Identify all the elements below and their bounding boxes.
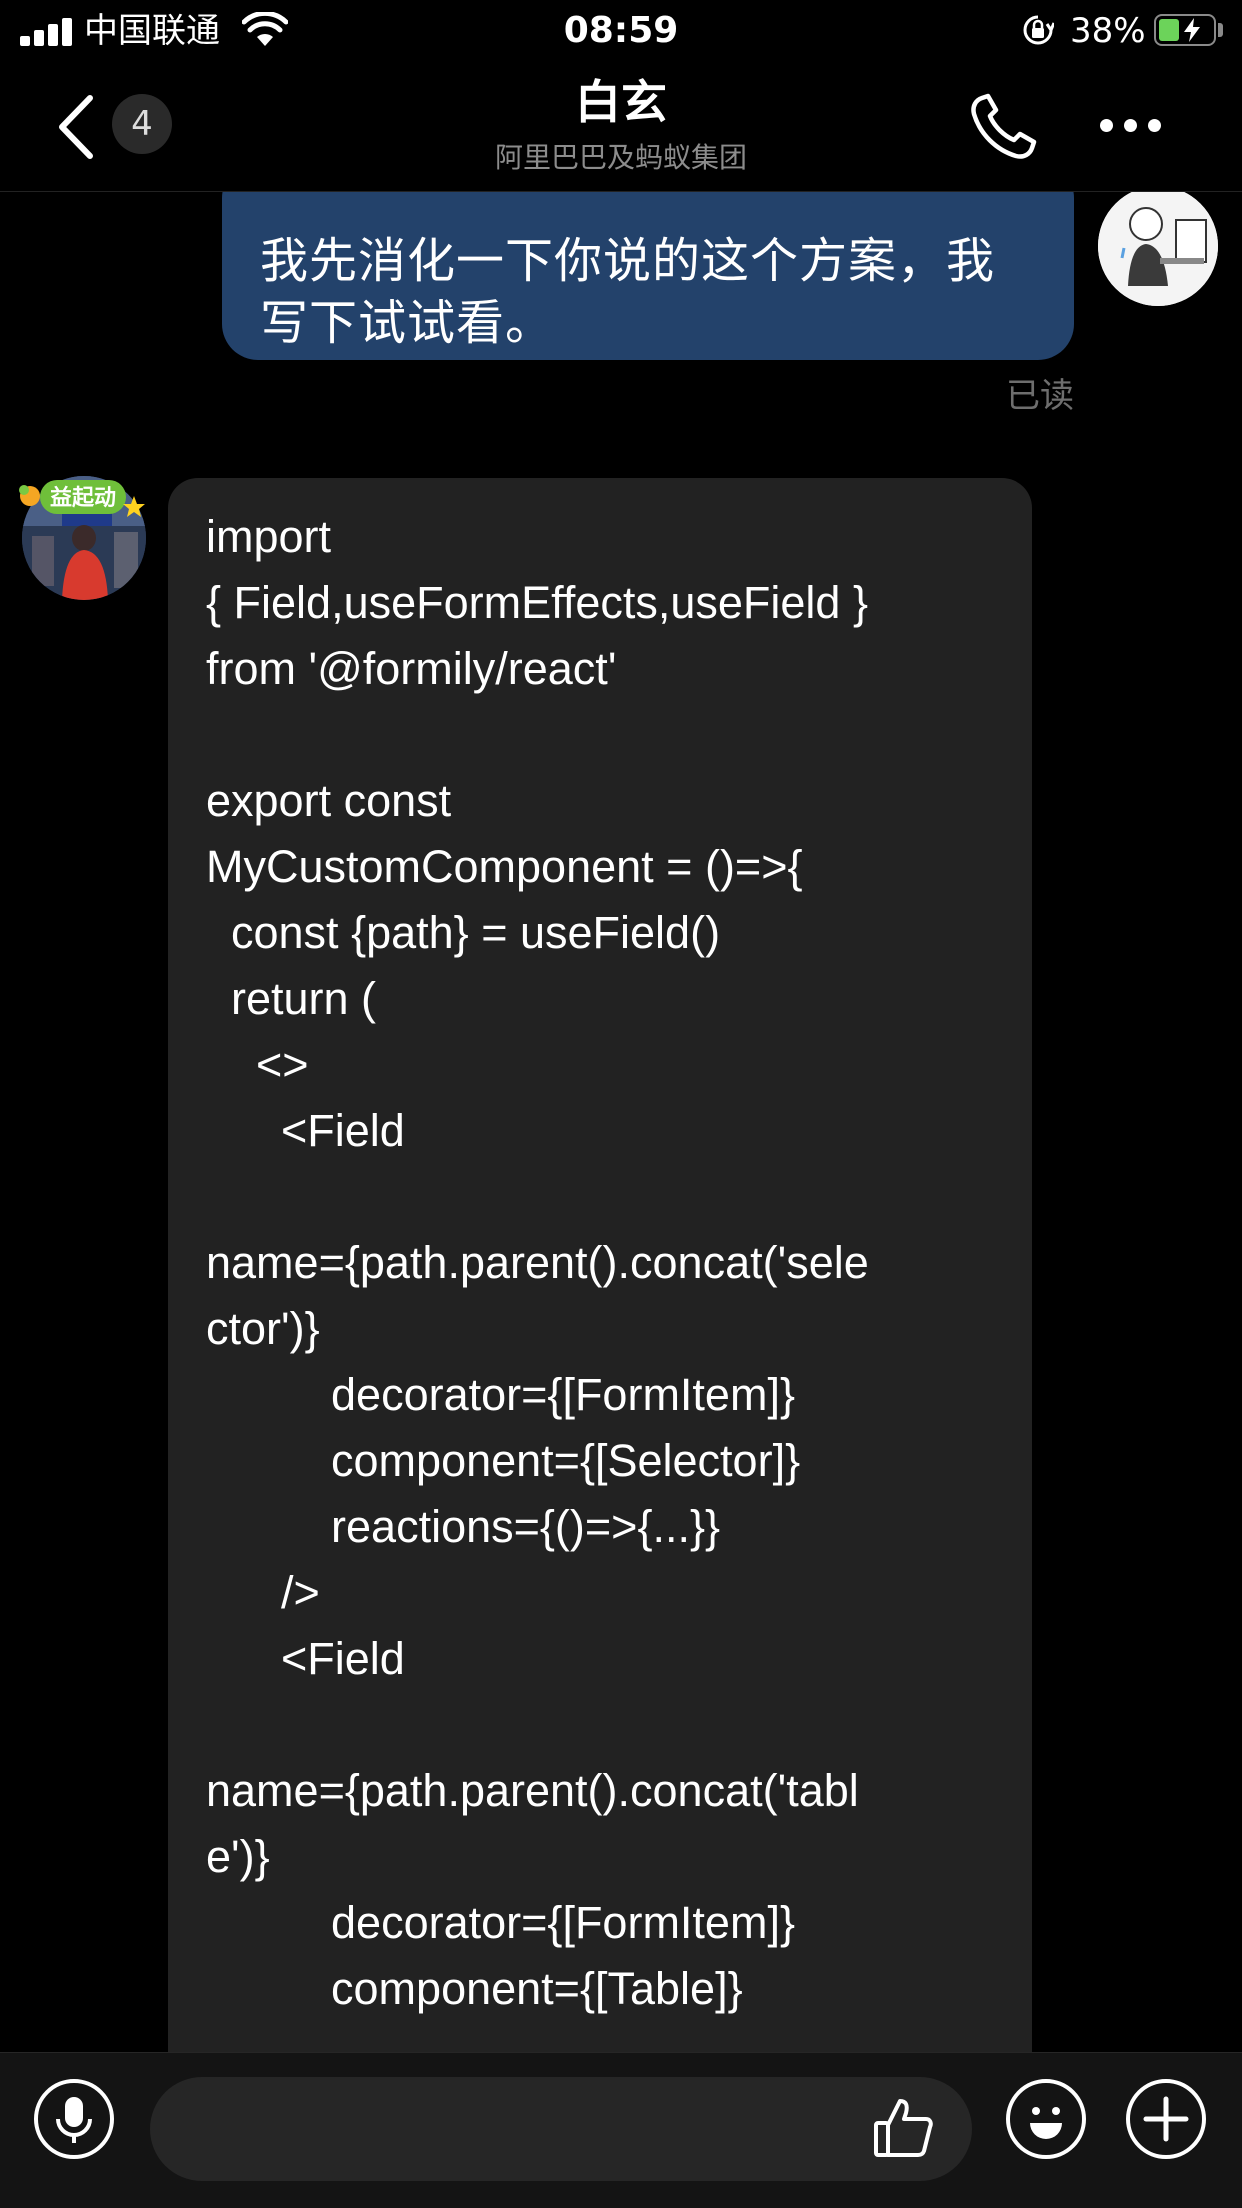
battery-tip [1218,23,1223,37]
cartoon-avatar-icon [1098,192,1218,306]
sent-message-bubble[interactable]: 我先消化一下你说的这个方案，我写下试试看。 [222,192,1074,360]
read-receipt: 已读 [1006,376,1074,416]
received-message-bubble[interactable]: import { Field,useFormEffects,useField } f… [168,478,1032,2052]
code-line: decorator={[FormItem]} [206,1897,795,1948]
contact-organization: 阿里巴巴及蚂蚁集团 [494,141,747,174]
battery-percent: 38% [1070,11,1146,51]
sent-message-text: 我先消化一下你说的这个方案，我写下试试看。 [260,233,996,351]
emoji-button[interactable] [1006,2079,1086,2159]
code-line: e')} [206,1831,270,1882]
plus-icon [1143,2096,1189,2142]
phone-icon[interactable] [968,92,1038,162]
code-line: name={path.parent().concat('sele [206,1237,869,1288]
microphone-icon [56,2097,92,2143]
code-line: <Field [206,1105,405,1156]
rotation-lock-icon [1023,15,1054,45]
voice-button[interactable] [34,2079,114,2159]
code-line: export const [206,775,452,826]
code-line: <Field [206,1633,405,1684]
code-line: { Field,useFormEffects,useField } [206,577,868,628]
clock: 08:59 [563,10,679,51]
code-line: MyCustomComponent = ()=>{ [206,841,803,892]
chat-header: 4 白玄 阿里巴巴及蚂蚁集团 [0,62,1242,192]
code-line: /> [206,1567,320,1618]
code-line: from '@formily/react' [206,643,617,694]
battery-charging-icon [1154,14,1216,46]
contact-name: 白玄 [575,75,667,129]
code-line: decorator={[FormItem]} [206,1369,795,1420]
code-line: return ( [206,973,377,1024]
emoji-icon [1030,2107,1062,2139]
input-bar [0,2052,1242,2208]
code-line: reactions={()=>{...}} [206,1501,721,1552]
thumbs-up-icon[interactable] [872,2095,936,2159]
code-line: <> [206,1039,309,1090]
message-list[interactable]: 我先消化一下你说的这个方案，我写下试试看。 已读 益起动 import {Fi… [0,192,1242,2052]
code-line: const {path} = useField() [206,907,721,958]
code-line: name={path.parent().concat('tabl [206,1765,859,1816]
more-actions-button[interactable] [1126,2079,1206,2159]
code-line: component={[Selector]} [206,1435,801,1486]
chat-screen: 中国联通 08:59 38% 4 白玄 阿里巴巴及蚂蚁集团 我先消化一下你说的这… [0,0,1242,2208]
code-line: ctor')} [206,1303,320,1354]
code-block: import { Field,useFormEffects,useField } f… [206,504,1012,2022]
message-input[interactable] [150,2077,972,2181]
code-line: component={[Table]} [206,1963,743,2014]
sticker-text: 益起动 [50,485,116,511]
my-avatar[interactable] [1098,192,1218,306]
status-bar: 中国联通 08:59 38% [0,0,1242,62]
sticker-badge: 益起动 [19,480,145,517]
code-line: import [206,511,332,562]
more-icon[interactable] [1098,114,1164,138]
